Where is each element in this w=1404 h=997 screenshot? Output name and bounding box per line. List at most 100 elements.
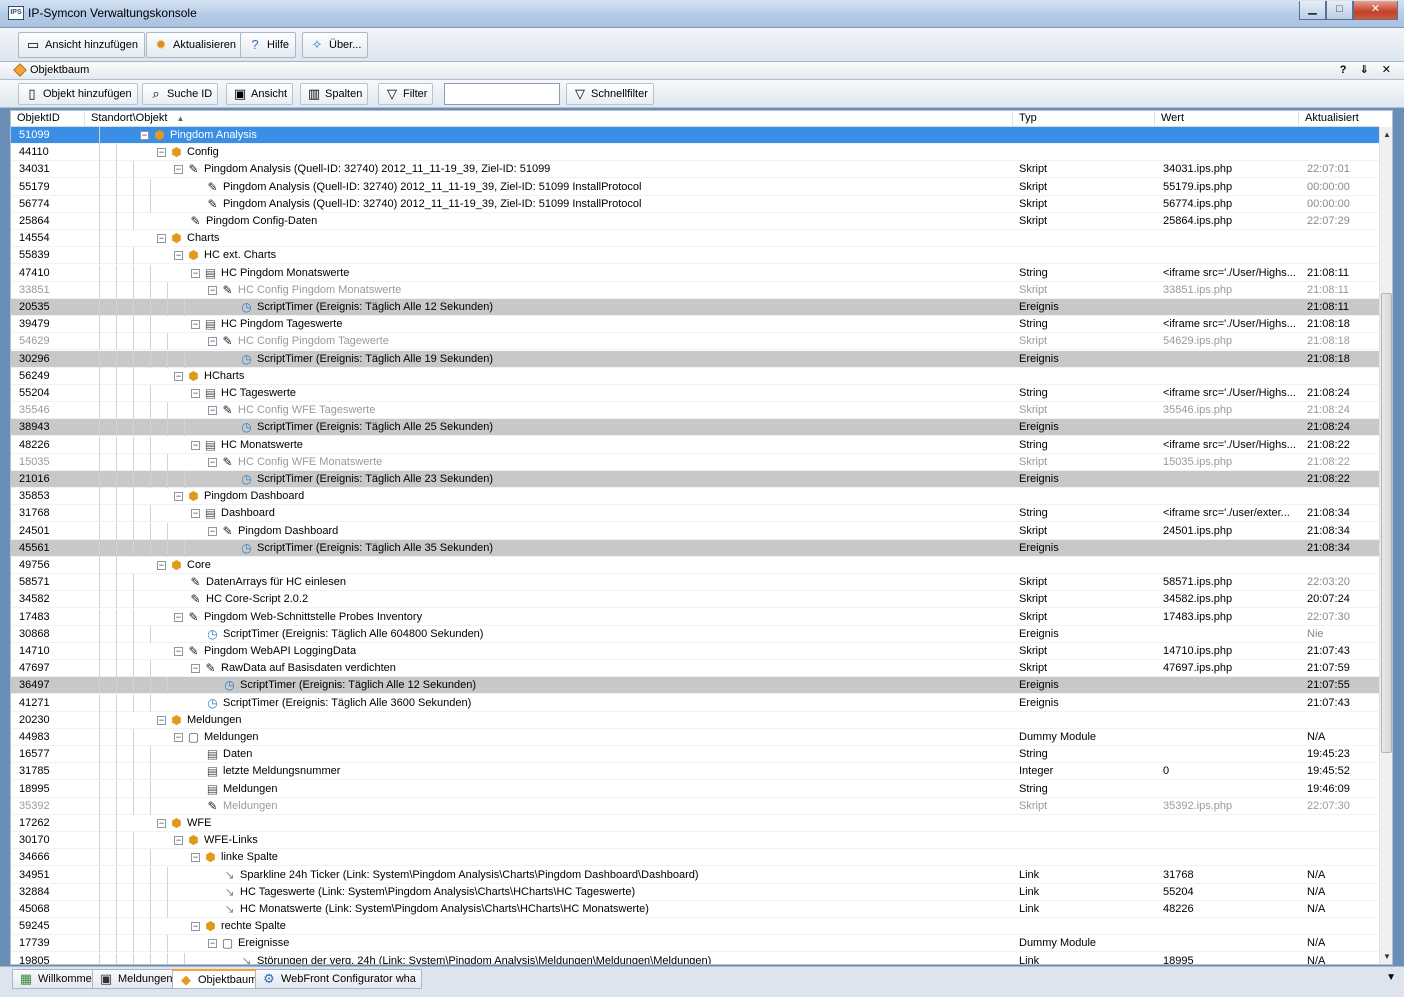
filter-button[interactable]: ▽ Filter xyxy=(378,83,434,105)
tree-row[interactable]: 35853 − ⬢ Pingdom Dashboard xyxy=(11,488,1379,506)
tree-row[interactable]: 21016 ◷ ScriptTimer (Ereignis: Täglich All… xyxy=(11,471,1379,488)
collapse-toggle-icon[interactable]: − xyxy=(191,389,200,398)
collapse-toggle-icon[interactable]: − xyxy=(157,561,166,570)
tree-row[interactable]: 34582 ✎ HC Core-Script 2.0.2 Skript 34582.ip… xyxy=(11,591,1379,609)
tab-webfront-configurator[interactable]: ⚙ WebFront Configurator wha xyxy=(255,969,422,989)
about-button[interactable]: ✧ Über... xyxy=(302,32,369,58)
tree-row[interactable]: 19805 ↘ Störungen der verg. 24h (Link: Sys… xyxy=(11,952,1379,964)
collapse-toggle-icon[interactable]: − xyxy=(174,647,183,656)
tree-row[interactable]: 15035 − ✎ HC Config WFE Monatswerte Skript 15… xyxy=(11,453,1379,471)
vertical-scrollbar[interactable]: ▲ ▼ xyxy=(1379,127,1392,964)
tree-row[interactable]: 35392 ✎ Meldungen Skript 35392.ips.php 22:07:… xyxy=(11,797,1379,815)
tree-row[interactable]: 35546 − ✎ HC Config WFE Tageswerte Skript 355… xyxy=(11,402,1379,420)
view-button[interactable]: ▣ Ansicht xyxy=(226,83,294,105)
tree-row[interactable]: 34031 − ✎ Pingdom Analysis (Quell-ID: 32740… xyxy=(11,161,1379,179)
tree-row[interactable]: 45068 ↘ HC Monatswerte (Link: System\Pingd… xyxy=(11,901,1379,918)
tree-row[interactable]: 44110 − ⬢ Config xyxy=(11,144,1379,162)
collapse-toggle-icon[interactable]: − xyxy=(140,131,149,140)
tree-row[interactable]: 20230 − ⬢ Meldungen xyxy=(11,711,1379,729)
tree-row[interactable]: 39479 − ▤ HC Pingdom Tageswerte String <ifram… xyxy=(11,316,1379,334)
scroll-up-icon[interactable]: ▲ xyxy=(1382,129,1392,141)
column-header-type[interactable]: Typ xyxy=(1013,111,1155,127)
tree-row[interactable]: 36497 ◷ ScriptTimer (Ereignis: Täglich All… xyxy=(11,677,1379,695)
tree-row[interactable]: 55204 − ▤ HC Tageswerte String <iframe src='.… xyxy=(11,385,1379,402)
collapse-toggle-icon[interactable]: − xyxy=(191,664,200,674)
tab-willkommen[interactable]: ▦ Willkommen xyxy=(12,969,104,989)
tree-row[interactable]: 17739 − ▢ Ereignisse Dummy Module N/A xyxy=(11,935,1379,953)
tree-row[interactable]: 58571 ✎ DatenArrays für HC einlesen Skript 5… xyxy=(11,574,1379,592)
tree-row[interactable]: 56774 ✎ Pingdom Analysis (Quell-ID: 32740)… xyxy=(11,195,1379,213)
tree-row[interactable]: 25864 ✎ Pingdom Config-Daten Skript 25864.ip… xyxy=(11,213,1379,230)
tree-row[interactable]: 30170 − ⬢ WFE-Links xyxy=(11,832,1379,850)
tree-row[interactable]: 59245 − ⬢ rechte Spalte xyxy=(11,918,1379,936)
filter-input[interactable] xyxy=(444,83,560,105)
tab-objektbaum[interactable]: ◆ Objektbaum xyxy=(172,969,264,989)
tree-row[interactable]: 56249 − ⬢ HCharts xyxy=(11,367,1379,385)
tree-row[interactable]: 14554 − ⬢ Charts xyxy=(11,230,1379,248)
collapse-toggle-icon[interactable]: − xyxy=(174,612,183,622)
tree-row[interactable]: 44983 − ▢ Meldungen Dummy Module N/A xyxy=(11,729,1379,746)
tree-row[interactable]: 14710 − ✎ Pingdom WebAPI LoggingData Skript 1… xyxy=(11,643,1379,660)
tree-row[interactable]: 17262 − ⬢ WFE xyxy=(11,815,1379,832)
collapse-toggle-icon[interactable]: − xyxy=(174,371,183,381)
tree-row[interactable]: 20535 ◷ ScriptTimer (Ereignis: Täglich All… xyxy=(11,299,1379,316)
collapse-toggle-icon[interactable]: − xyxy=(208,406,217,416)
collapse-toggle-icon[interactable]: − xyxy=(191,509,200,519)
tree-row[interactable]: 48226 − ▤ HC Monatswerte String <iframe src='… xyxy=(11,436,1379,454)
tab-overflow-icon[interactable]: ▼ xyxy=(1386,972,1396,983)
tree-row[interactable]: 51099 − ⬢ Pingdom Analysis xyxy=(11,127,1379,144)
tree-row[interactable]: 41271 ◷ ScriptTimer (Ereignis: Täglich All… xyxy=(11,694,1379,712)
column-header-updated[interactable]: Aktualisiert xyxy=(1299,111,1379,127)
tree-row[interactable]: 17483 − ✎ Pingdom Web-Schnittstelle Probes … xyxy=(11,608,1379,626)
add-object-button[interactable]: ▯ Objekt hinzufügen xyxy=(18,83,138,105)
tree-row[interactable]: 30868 ◷ ScriptTimer (Ereignis: Täglich All… xyxy=(11,625,1379,643)
tree-row[interactable]: 31768 − ▤ Dashboard String <iframe src='./use… xyxy=(11,505,1379,523)
collapse-toggle-icon[interactable]: − xyxy=(191,268,200,278)
quickfilter-button[interactable]: ▽ Schnellfilter xyxy=(566,83,654,105)
collapse-toggle-icon[interactable]: − xyxy=(208,285,217,295)
collapse-toggle-icon[interactable]: − xyxy=(191,440,200,450)
collapse-toggle-icon[interactable]: − xyxy=(157,148,166,158)
refresh-button[interactable]: ✹ Aktualisieren xyxy=(146,32,243,58)
scrollbar-thumb[interactable] xyxy=(1381,293,1392,753)
collapse-toggle-icon[interactable]: − xyxy=(157,819,166,828)
collapse-toggle-icon[interactable]: − xyxy=(208,337,217,347)
collapse-toggle-icon[interactable]: − xyxy=(174,251,183,261)
tree-row[interactable]: 38943 ◷ ScriptTimer (Ereignis: Täglich All… xyxy=(11,419,1379,437)
collapse-toggle-icon[interactable]: − xyxy=(208,526,217,536)
tree-row[interactable]: 47697 − ✎ RawData auf Basisdaten verdichten… xyxy=(11,660,1379,678)
tree-row[interactable]: 34666 − ⬢ linke Spalte xyxy=(11,849,1379,867)
tree-row[interactable]: 55839 − ⬢ HC ext. Charts xyxy=(11,247,1379,265)
tree-row[interactable]: 32884 ↘ HC Tageswerte (Link: System\Pingdo… xyxy=(11,883,1379,901)
help-button[interactable]: ? Hilfe xyxy=(240,32,297,58)
search-id-button[interactable]: ⌕ Suche ID xyxy=(142,83,219,105)
collapse-toggle-icon[interactable]: − xyxy=(174,733,183,742)
column-header-value[interactable]: Wert xyxy=(1155,111,1299,127)
tree-row[interactable]: 45561 ◷ ScriptTimer (Ereignis: Täglich All… xyxy=(11,539,1379,557)
minimize-button[interactable]: ▁ xyxy=(1299,1,1326,20)
collapse-toggle-icon[interactable]: − xyxy=(208,939,217,949)
tree-row[interactable]: 31785 ▤ letzte Meldungsnummer Integer 0 19:45… xyxy=(11,763,1379,781)
collapse-toggle-icon[interactable]: − xyxy=(208,457,217,467)
columns-button[interactable]: ▥ Spalten xyxy=(300,83,369,105)
tree-row[interactable]: 54629 − ✎ HC Config Pingdom Tagewerte Skript… xyxy=(11,333,1379,351)
collapse-toggle-icon[interactable]: − xyxy=(174,492,183,502)
tree-row[interactable]: 33851 − ✎ HC Config Pingdom Monatswerte Skri… xyxy=(11,281,1379,299)
tree-row[interactable]: 47410 − ▤ HC Pingdom Monatswerte String <ifra… xyxy=(11,264,1379,282)
tree-row[interactable]: 18995 ▤ Meldungen String 19:46:09 xyxy=(11,780,1379,798)
collapse-toggle-icon[interactable]: − xyxy=(191,922,200,932)
add-view-button[interactable]: ▭ Ansicht hinzufügen xyxy=(18,32,145,58)
panel-controls[interactable]: ? ⇓ ✕ xyxy=(1340,63,1396,76)
collapse-toggle-icon[interactable]: − xyxy=(174,836,183,846)
tree-row[interactable]: 34951 ↘ Sparkline 24h Ticker (Link: System… xyxy=(11,866,1379,884)
close-button[interactable]: ✕ xyxy=(1353,1,1398,20)
tab-meldungen[interactable]: ▣ Meldungen xyxy=(92,969,179,989)
collapse-toggle-icon[interactable]: − xyxy=(191,853,200,863)
tree-row[interactable]: 55179 ✎ Pingdom Analysis (Quell-ID: 32740)… xyxy=(11,178,1379,196)
tree-row[interactable]: 16577 ▤ Daten String 19:45:23 xyxy=(11,746,1379,764)
column-header-id[interactable]: ObjektID xyxy=(11,111,85,127)
collapse-toggle-icon[interactable]: − xyxy=(191,320,200,330)
collapse-toggle-icon[interactable]: − xyxy=(157,234,166,244)
tree-row[interactable]: 49756 − ⬢ Core xyxy=(11,557,1379,574)
collapse-toggle-icon[interactable]: − xyxy=(157,715,166,725)
